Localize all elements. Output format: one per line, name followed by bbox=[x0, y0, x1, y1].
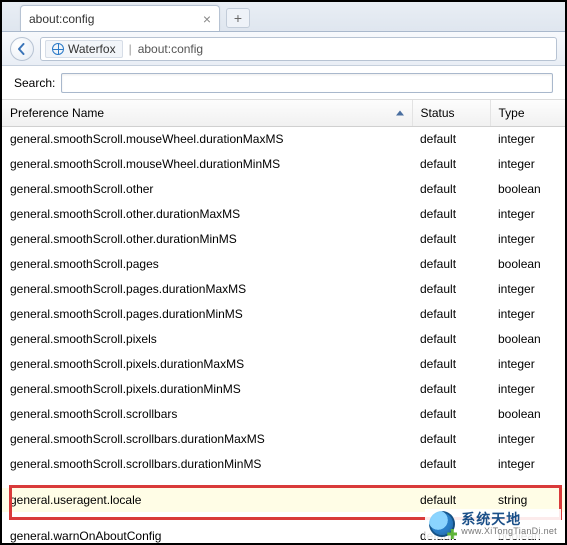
globe-logo-icon bbox=[429, 511, 455, 537]
table-row[interactable]: general.smoothScroll.scrollbars.duration… bbox=[2, 427, 567, 452]
watermark: 系统天地 www.XiTongTianDi.net bbox=[425, 509, 561, 539]
pref-name: general.smoothScroll.pixels bbox=[2, 327, 412, 352]
pref-name: general.smoothScroll.scrollbars.duration… bbox=[2, 452, 412, 477]
pref-status: default bbox=[412, 227, 490, 252]
url-path: about:config bbox=[138, 42, 203, 56]
pref-type: integer bbox=[490, 202, 567, 227]
table-row[interactable]: general.smoothScroll.other.durationMinMS… bbox=[2, 227, 567, 252]
pref-name: general.smoothScroll.scrollbars.duration… bbox=[2, 427, 412, 452]
tab-title: about:config bbox=[29, 12, 94, 26]
pref-name: general.smoothScroll.pixels.durationMinM… bbox=[2, 377, 412, 402]
search-input[interactable] bbox=[61, 73, 553, 93]
pref-type: integer bbox=[490, 227, 567, 252]
table-row[interactable]: general.smoothScroll.otherdefaultboolean bbox=[2, 177, 567, 202]
pref-type: boolean bbox=[490, 327, 567, 352]
pref-name: general.smoothScroll.pages bbox=[2, 252, 412, 277]
pref-type bbox=[490, 477, 567, 488]
table-row[interactable]: general.smoothScroll.mouseWheel.duration… bbox=[2, 127, 567, 152]
pref-type: integer bbox=[490, 427, 567, 452]
pref-name: general.smoothScroll.mouseWheel.duration… bbox=[2, 152, 412, 177]
pref-name bbox=[2, 477, 412, 488]
table-row[interactable]: general.smoothScroll.pages.durationMaxMS… bbox=[2, 277, 567, 302]
close-icon[interactable]: × bbox=[203, 12, 211, 26]
pref-status: default bbox=[412, 302, 490, 327]
table-row[interactable]: general.smoothScroll.other.durationMaxMS… bbox=[2, 202, 567, 227]
pref-name: general.smoothScroll.pages.durationMinMS bbox=[2, 302, 412, 327]
pref-type: integer bbox=[490, 127, 567, 152]
pref-status bbox=[412, 477, 490, 488]
pref-status: default bbox=[412, 327, 490, 352]
watermark-title: 系统天地 bbox=[461, 512, 557, 527]
pref-status: default bbox=[412, 152, 490, 177]
pref-name: general.warnOnAboutConfig bbox=[2, 524, 412, 545]
pref-status: default bbox=[412, 202, 490, 227]
preferences-table: Preference Name Status Type general.smoo… bbox=[2, 100, 567, 545]
tab-strip: about:config × + bbox=[2, 2, 565, 32]
watermark-url: www.XiTongTianDi.net bbox=[461, 527, 557, 536]
pref-type: boolean bbox=[490, 177, 567, 202]
new-tab-button[interactable]: + bbox=[226, 8, 250, 28]
table-row[interactable]: general.smoothScroll.mouseWheel.duration… bbox=[2, 152, 567, 177]
pref-name: general.smoothScroll.mouseWheel.duration… bbox=[2, 127, 412, 152]
browser-tab[interactable]: about:config × bbox=[20, 5, 220, 31]
pref-status: default bbox=[412, 352, 490, 377]
column-header-name[interactable]: Preference Name bbox=[2, 100, 412, 127]
table-row[interactable]: general.smoothScroll.scrollbarsdefaultbo… bbox=[2, 402, 567, 427]
pref-status: default bbox=[412, 402, 490, 427]
pref-status: default bbox=[412, 127, 490, 152]
globe-icon bbox=[52, 43, 64, 55]
site-name: Waterfox bbox=[68, 42, 116, 56]
pref-name: general.smoothScroll.other.durationMaxMS bbox=[2, 202, 412, 227]
pref-status: default bbox=[412, 177, 490, 202]
back-button[interactable] bbox=[10, 37, 34, 61]
pref-type: integer bbox=[490, 452, 567, 477]
arrow-left-icon bbox=[16, 43, 28, 55]
pref-name bbox=[2, 513, 412, 524]
table-row[interactable]: general.smoothScroll.pixels.durationMaxM… bbox=[2, 352, 567, 377]
pref-type: integer bbox=[490, 377, 567, 402]
pref-status: default bbox=[412, 427, 490, 452]
search-label: Search: bbox=[14, 76, 55, 90]
pref-name: general.smoothScroll.other bbox=[2, 177, 412, 202]
sort-ascending-icon bbox=[396, 111, 404, 116]
table-row[interactable] bbox=[2, 477, 567, 488]
pref-status: default bbox=[412, 377, 490, 402]
pref-name: general.smoothScroll.pages.durationMaxMS bbox=[2, 277, 412, 302]
table-row[interactable]: general.smoothScroll.pixels.durationMinM… bbox=[2, 377, 567, 402]
url-bar[interactable]: Waterfox | about:config bbox=[40, 37, 557, 61]
site-identity-chip[interactable]: Waterfox bbox=[45, 40, 123, 58]
pref-type: boolean bbox=[490, 252, 567, 277]
nav-bar: Waterfox | about:config bbox=[2, 32, 565, 66]
column-header-status[interactable]: Status bbox=[412, 100, 490, 127]
table-row[interactable]: general.smoothScroll.pages.durationMinMS… bbox=[2, 302, 567, 327]
search-row: Search: bbox=[2, 66, 565, 100]
pref-type: integer bbox=[490, 152, 567, 177]
table-row[interactable]: general.smoothScroll.scrollbars.duration… bbox=[2, 452, 567, 477]
pref-name: general.smoothScroll.pixels.durationMaxM… bbox=[2, 352, 412, 377]
pref-status: default bbox=[412, 452, 490, 477]
pref-name: general.smoothScroll.other.durationMinMS bbox=[2, 227, 412, 252]
table-row[interactable]: general.smoothScroll.pixelsdefaultboolea… bbox=[2, 327, 567, 352]
pref-type: boolean bbox=[490, 402, 567, 427]
column-header-type[interactable]: Type bbox=[490, 100, 567, 127]
pref-name: general.useragent.locale bbox=[2, 488, 412, 513]
pref-name: general.smoothScroll.scrollbars bbox=[2, 402, 412, 427]
pref-type: integer bbox=[490, 277, 567, 302]
url-separator: | bbox=[127, 42, 134, 56]
pref-type: integer bbox=[490, 302, 567, 327]
pref-status: default bbox=[412, 252, 490, 277]
table-row[interactable]: general.smoothScroll.pagesdefaultboolean bbox=[2, 252, 567, 277]
pref-status: default bbox=[412, 277, 490, 302]
pref-type: integer bbox=[490, 352, 567, 377]
